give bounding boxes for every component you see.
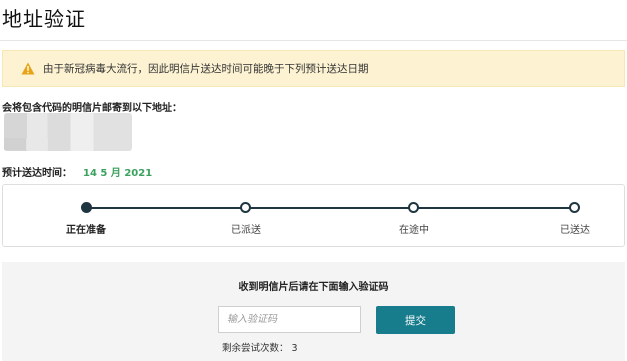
delivery-progress-tracker: 正在准备 已派送 在途中 已送达 [2,184,625,247]
step-label-preparing: 正在准备 [66,225,106,236]
step-dot-in-transit [408,202,419,213]
mailing-address-label: 会将包含代码的明信片邮寄到以下地址： [2,103,182,114]
estimated-delivery-label: 预计送达时间： [2,168,72,179]
submit-button[interactable]: 提交 [376,306,455,334]
verification-code-panel: 收到明信片后请在下面输入验证码 提交 剩余尝试次数： 3 [2,262,625,361]
step-dot-preparing [81,202,92,213]
verification-instructions: 收到明信片后请在下面输入验证码 [238,282,389,293]
redacted-address-line [4,138,48,150]
step-dot-dispatched [240,202,251,213]
title-divider [0,40,627,41]
remaining-attempts: 剩余尝试次数： 3 [222,343,298,354]
address-verification-page: 地址验证 由于新冠病毒大流行，因此明信片送达时间可能晚于下列预计送达日期 会将包… [0,0,627,361]
step-label-dispatched: 已派送 [231,225,261,236]
warning-icon [21,62,35,75]
estimated-delivery-date: 14 5 月 2021 [83,168,153,179]
step-dot-delivered [569,202,580,213]
verification-code-input[interactable] [218,306,361,333]
pandemic-warning-banner: 由于新冠病毒大流行，因此明信片送达时间可能晚于下列预计送达日期 [2,50,625,87]
progress-track [86,207,577,209]
page-title: 地址验证 [2,7,86,31]
banner-text: 由于新冠病毒大流行，因此明信片送达时间可能晚于下列预计送达日期 [43,63,369,75]
step-label-in-transit: 在途中 [399,225,429,236]
step-label-delivered: 已送达 [560,225,590,236]
